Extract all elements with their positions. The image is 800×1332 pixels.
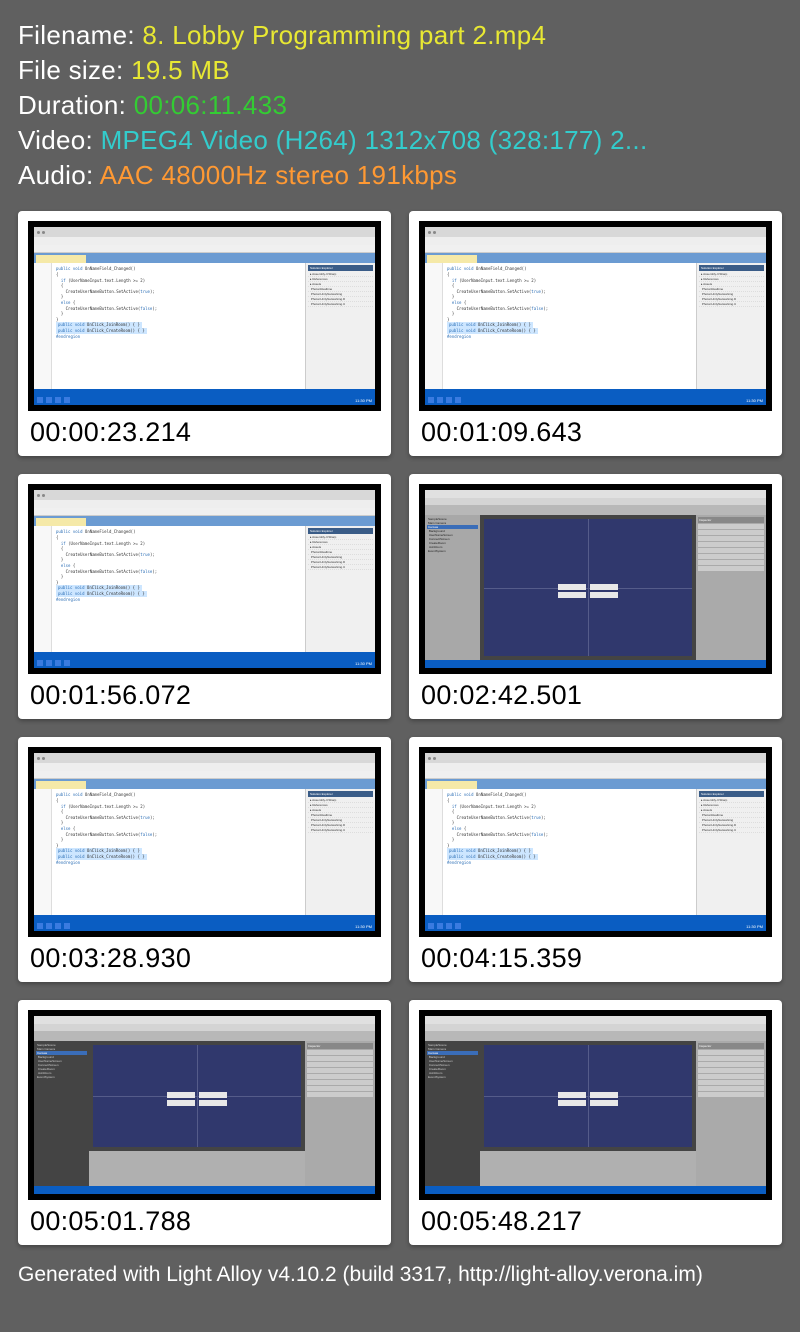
duration-label: Duration: [18, 90, 134, 120]
thumbnail-image: public void OnNameField_Changed() { if (… [419, 221, 772, 411]
filesize-row: File size: 19.5 MB [18, 53, 782, 88]
file-info-block: Filename: 8. Lobby Programming part 2.mp… [18, 18, 782, 193]
duration-value: 00:06:11.433 [134, 90, 287, 120]
thumbnail-card[interactable]: public void OnNameField_Changed() { if (… [18, 474, 391, 719]
thumbnail-card[interactable]: SampleScene Main Camera Canvas Backgroun… [18, 1000, 391, 1245]
thumbnail-timestamp: 00:03:28.930 [28, 937, 381, 976]
thumbnail-timestamp: 00:01:56.072 [28, 674, 381, 713]
audio-value: AAC 48000Hz stereo 191kbps [100, 160, 458, 190]
duration-row: Duration: 00:06:11.433 [18, 88, 782, 123]
thumbnail-timestamp: 00:02:42.501 [419, 674, 772, 713]
thumbnail-image: SampleScene Main Camera Canvas Backgroun… [419, 1010, 772, 1200]
video-value: MPEG4 Video (H264) 1312x708 (328:177) 2.… [101, 125, 648, 155]
filename-value: 8. Lobby Programming part 2.mp4 [142, 20, 546, 50]
thumbnail-card[interactable]: SampleScene Main Camera Canvas Backgroun… [409, 1000, 782, 1245]
video-label: Video: [18, 125, 101, 155]
thumbnail-image: public void OnNameField_Changed() { if (… [28, 484, 381, 674]
audio-label: Audio: [18, 160, 100, 190]
audio-row: Audio: AAC 48000Hz stereo 191kbps [18, 158, 782, 193]
thumbnail-card[interactable]: public void OnNameField_Changed() { if (… [18, 211, 391, 456]
video-row: Video: MPEG4 Video (H264) 1312x708 (328:… [18, 123, 782, 158]
thumbnail-image: public void OnNameField_Changed() { if (… [28, 747, 381, 937]
thumbnail-card[interactable]: public void OnNameField_Changed() { if (… [409, 211, 782, 456]
thumbnail-image: public void OnNameField_Changed() { if (… [28, 221, 381, 411]
thumbnail-image: SampleScene Main Camera Canvas Backgroun… [28, 1010, 381, 1200]
thumbnail-card[interactable]: SampleScene Main Camera Canvas Backgroun… [409, 474, 782, 719]
filename-row: Filename: 8. Lobby Programming part 2.mp… [18, 18, 782, 53]
thumbnail-timestamp: 00:00:23.214 [28, 411, 381, 450]
thumbnail-timestamp: 00:05:01.788 [28, 1200, 381, 1239]
filename-label: Filename: [18, 20, 142, 50]
filesize-value: 19.5 MB [131, 55, 230, 85]
thumbnail-grid: public void OnNameField_Changed() { if (… [18, 211, 782, 1245]
thumbnail-timestamp: 00:04:15.359 [419, 937, 772, 976]
filesize-label: File size: [18, 55, 131, 85]
footer-text: Generated with Light Alloy v4.10.2 (buil… [18, 1263, 782, 1287]
thumbnail-card[interactable]: public void OnNameField_Changed() { if (… [409, 737, 782, 982]
thumbnail-image: SampleScene Main Camera Canvas Backgroun… [419, 484, 772, 674]
thumbnail-card[interactable]: public void OnNameField_Changed() { if (… [18, 737, 391, 982]
thumbnail-timestamp: 00:01:09.643 [419, 411, 772, 450]
thumbnail-timestamp: 00:05:48.217 [419, 1200, 772, 1239]
thumbnail-image: public void OnNameField_Changed() { if (… [419, 747, 772, 937]
